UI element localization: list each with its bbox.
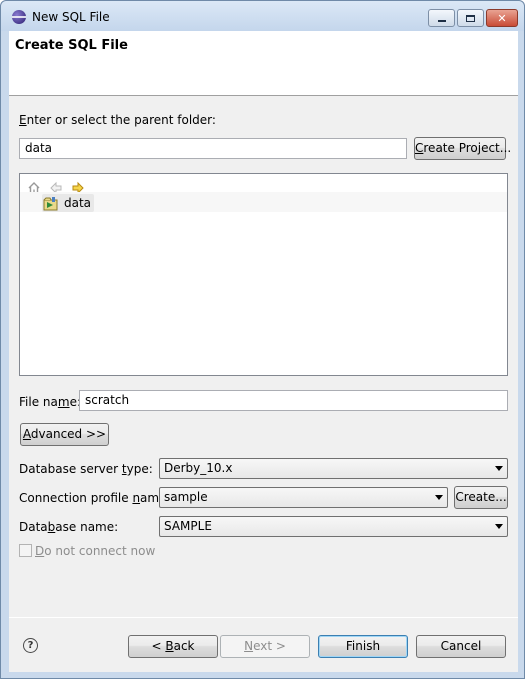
db-server-type-label-start: Database server bbox=[19, 462, 122, 476]
chevron-down-icon bbox=[435, 495, 443, 500]
help-icon[interactable]: ? bbox=[23, 638, 38, 653]
page-title: Create SQL File bbox=[15, 38, 128, 53]
window-title: New SQL File bbox=[32, 10, 110, 24]
do-not-connect-label: Do not connect now bbox=[35, 544, 155, 558]
wizard-header: Create SQL File bbox=[9, 31, 518, 96]
file-name-input[interactable]: scratch bbox=[79, 390, 508, 411]
chevron-down-icon bbox=[495, 524, 503, 529]
do-not-connect-mnemonic: D bbox=[35, 544, 45, 558]
db-server-type-value: Derby_10.x bbox=[164, 461, 233, 475]
title-bar[interactable]: New SQL File ✕ bbox=[1, 1, 524, 31]
parent-folder-label: Enter or select the parent folder: bbox=[19, 113, 216, 127]
finish-button[interactable]: Finish bbox=[318, 635, 408, 658]
footer-separator bbox=[9, 617, 518, 618]
tree-item-data[interactable]: data bbox=[42, 194, 95, 212]
close-icon: ✕ bbox=[497, 11, 507, 25]
eclipse-app-icon bbox=[12, 10, 26, 24]
chevron-down-icon bbox=[495, 466, 503, 471]
cancel-button[interactable]: Cancel bbox=[416, 635, 506, 658]
create-project-label: reate Project... bbox=[423, 141, 512, 155]
parent-folder-label-rest: nter or select the parent folder: bbox=[26, 113, 216, 127]
db-server-type-label-end: ype: bbox=[126, 462, 153, 476]
database-name-label: Database name: bbox=[19, 520, 118, 534]
back-button-rest: ack bbox=[173, 639, 195, 653]
minimize-button[interactable] bbox=[428, 9, 455, 27]
advanced-button[interactable]: Advanced >> bbox=[20, 423, 109, 446]
back-button[interactable]: < Back bbox=[128, 635, 218, 658]
close-button[interactable]: ✕ bbox=[486, 9, 518, 27]
connection-profile-label-mnemonic: n bbox=[132, 491, 141, 505]
file-name-label-start: File na bbox=[19, 395, 58, 409]
folder-tree[interactable]: data bbox=[19, 173, 508, 376]
advanced-button-mnemonic: A bbox=[22, 427, 31, 441]
maximize-button[interactable] bbox=[457, 9, 484, 27]
db-server-type-select[interactable]: Derby_10.x bbox=[159, 458, 508, 479]
dialog-content: Create SQL File Enter or select the pare… bbox=[9, 31, 518, 672]
parent-folder-label-mnemonic: E bbox=[19, 113, 27, 127]
parent-folder-input[interactable]: data bbox=[19, 138, 407, 159]
back-button-mnemonic: B bbox=[165, 639, 174, 653]
minimize-icon bbox=[437, 20, 446, 22]
database-name-value: SAMPLE bbox=[164, 519, 212, 533]
dialog-window: New SQL File ✕ Create SQL File Enter or … bbox=[0, 0, 525, 679]
connection-profile-value: sample bbox=[164, 490, 208, 504]
connection-profile-select[interactable]: sample bbox=[159, 487, 448, 508]
database-name-label-start: Data bbox=[19, 520, 48, 534]
db-server-type-label: Database server type: bbox=[19, 462, 153, 476]
next-button-mnemonic: N bbox=[244, 639, 254, 653]
next-button-rest: ext > bbox=[253, 639, 286, 653]
do-not-connect-rest: o not connect now bbox=[44, 544, 156, 558]
connection-profile-label-start: Connection profile bbox=[19, 491, 133, 505]
database-name-select[interactable]: SAMPLE bbox=[159, 516, 508, 537]
database-name-label-end: ase name: bbox=[55, 520, 119, 534]
project-folder-icon bbox=[42, 195, 60, 211]
maximize-icon bbox=[466, 14, 475, 22]
back-button-prefix: < bbox=[151, 639, 166, 653]
file-name-label-mnemonic: m bbox=[57, 395, 70, 409]
tree-item-label: data bbox=[64, 196, 92, 210]
create-project-button[interactable]: Create Project... bbox=[414, 137, 511, 160]
connection-profile-label: Connection profile name: bbox=[19, 491, 171, 505]
next-button[interactable]: Next > bbox=[220, 635, 310, 658]
create-profile-button[interactable]: Create... bbox=[454, 486, 508, 509]
advanced-button-label: dvanced >> bbox=[30, 427, 107, 441]
do-not-connect-checkbox[interactable] bbox=[19, 544, 32, 557]
file-name-label: File name: bbox=[19, 395, 81, 409]
